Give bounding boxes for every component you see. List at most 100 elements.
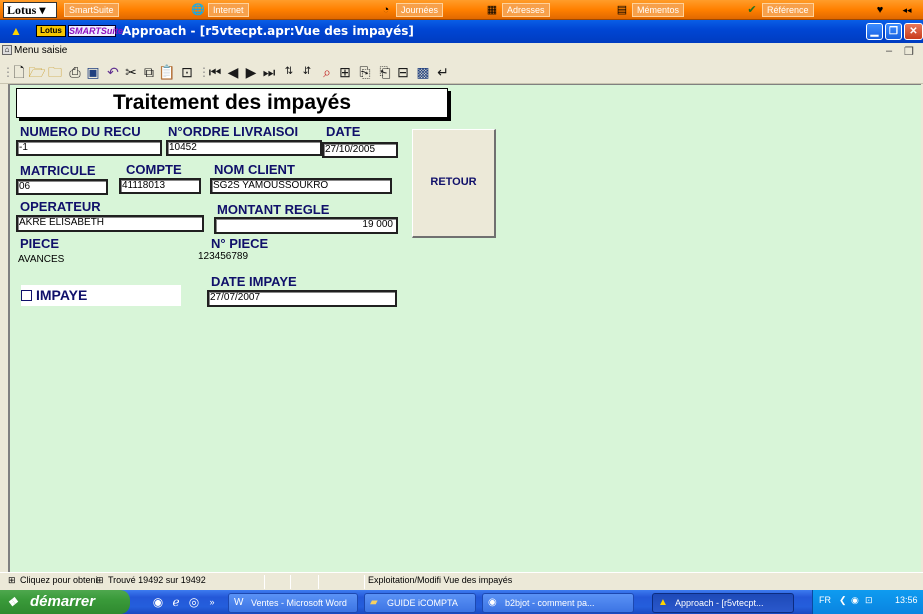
date-field[interactable]: 27/10/2005 (322, 142, 398, 158)
numero-recu-label: NUMERO DU RECU (20, 124, 141, 139)
mementos-tab[interactable]: Mémentos (632, 3, 685, 17)
paste-icon[interactable]: 📋 (158, 63, 176, 81)
smartsuite-logo: SMARTSuite (68, 25, 123, 37)
start-button[interactable]: ❖ démarrer (0, 590, 130, 614)
internet-tab[interactable]: Internet (208, 3, 249, 17)
retour-button[interactable]: RETOUR (412, 129, 496, 238)
ordre-livraison-field[interactable]: 10452 (166, 140, 322, 156)
montant-regle-label: MONTANT REGLE (217, 202, 330, 217)
status-find-icon[interactable]: ⊞ (96, 575, 104, 586)
lotus-logo: Lotus (36, 25, 66, 37)
word-icon: W (234, 597, 244, 608)
impaye-checkbox-row[interactable]: IMPAYE (21, 285, 181, 306)
adresses-icon: ▦ (486, 4, 498, 16)
status-divider (318, 575, 319, 589)
window-title: Approach - [r5vtecpt.apr:Vue des impayés… (122, 24, 414, 38)
date-impaye-field[interactable]: 27/07/2007 (207, 290, 397, 307)
lotus-menu-button[interactable]: Lotus ▾ (3, 2, 57, 18)
adresses-tab[interactable]: Adresses (502, 3, 550, 17)
sort-ascending-icon[interactable]: ⇅ (280, 63, 298, 81)
task-word[interactable]: W Ventes - Microsoft Word (228, 593, 358, 613)
compte-label: COMPTE (126, 162, 182, 177)
numero-recu-field[interactable]: -1 (16, 140, 162, 156)
montant-regle-field[interactable]: 19 000 (214, 217, 398, 234)
new-icon[interactable]: 🗋 (10, 63, 28, 81)
status-view[interactable]: Exploitation/Modifi Vue des impayés (368, 575, 512, 585)
journees-tab[interactable]: Journées (396, 3, 444, 17)
browse-icon[interactable]: ⊡ (178, 63, 196, 81)
impaye-checkbox[interactable] (21, 290, 32, 301)
new-record-icon[interactable]: ⎘ (356, 63, 374, 81)
enter-icon[interactable]: ↵ (434, 63, 452, 81)
menu-bar: ⌂ Menu saisie – ❐ (0, 43, 923, 60)
find-all-icon[interactable]: ⊞ (336, 63, 354, 81)
open-icon[interactable]: 🗁 (28, 63, 46, 81)
operateur-field[interactable]: AKRE ELISABETH (16, 215, 204, 232)
task-approach[interactable]: ▲ Approach - [r5vtecpt... (652, 593, 794, 613)
spell-check-icon[interactable]: ▩ (414, 63, 432, 81)
status-found[interactable]: Trouvé 19492 sur 19492 (108, 575, 206, 585)
piece-label: PIECE (20, 236, 60, 251)
open-folder-icon[interactable]: 🗀 (46, 63, 64, 81)
cut-icon[interactable]: ✂ (122, 63, 140, 81)
matricule-field[interactable]: 06 (16, 179, 108, 195)
impaye-label: IMPAYE (36, 287, 88, 303)
copy-icon[interactable]: ⧉ (140, 63, 158, 81)
reference-icon: ✔ (747, 4, 757, 16)
nom-client-label: NOM CLIENT (214, 162, 295, 177)
quicklaunch-ie-icon[interactable]: ℯ (168, 594, 184, 610)
print-icon[interactable]: ⎙ (66, 63, 84, 81)
scroll-arrows-icon[interactable]: ◂◂ (892, 2, 922, 18)
undo-icon[interactable]: ↶ (104, 63, 122, 81)
window-title-bar[interactable]: ▲ Lotus SMARTSuite Approach - [r5vtecpt.… (0, 20, 923, 43)
task-label: Ventes - Microsoft Word (251, 598, 347, 608)
task-guide-icompta[interactable]: ▰ GUIDE iCOMPTA (364, 593, 476, 613)
mdi-restore-icon[interactable]: ❐ (904, 45, 914, 58)
find-icon[interactable]: ⌕ (318, 63, 336, 81)
toolbar-separator: ⋮ (198, 65, 210, 79)
first-record-icon[interactable]: ⏮ (206, 63, 224, 81)
toolbar: ⋮ 🗋 🗁 🗀 ⎙ ▣ ↶ ✂ ⧉ 📋 ⊡ ⋮ ⏮ ◀ ▶ ⏭ ⇅ ⇵ ⌕ ⊞ … (0, 60, 923, 84)
approach-app-icon: ▲ (10, 24, 22, 38)
quicklaunch-browser-icon[interactable]: ◉ (150, 594, 166, 610)
mdi-minimize-icon[interactable]: – (886, 45, 892, 57)
smartsuite-tab[interactable]: SmartSuite (64, 3, 119, 17)
duplicate-icon[interactable]: ⎗ (376, 63, 394, 81)
task-label: b2bjot - comment pa... (505, 598, 595, 608)
piece-value: AVANCES (18, 254, 65, 265)
next-record-icon[interactable]: ▶ (242, 63, 260, 81)
clock: 13:56 (895, 595, 918, 605)
close-button[interactable]: ✕ (904, 23, 923, 40)
system-tray: FR ❮ ◉ ⊡ 13:56 (812, 590, 923, 614)
previous-record-icon[interactable]: ◀ (224, 63, 242, 81)
sort-descending-icon[interactable]: ⇵ (298, 63, 316, 81)
language-indicator[interactable]: FR (819, 595, 831, 605)
status-hint: Cliquez pour obteni (20, 575, 98, 585)
menu-saisie[interactable]: Menu saisie (14, 45, 67, 56)
menu-house-icon: ⌂ (2, 45, 12, 55)
browser-icon: ◉ (488, 597, 497, 608)
status-icon: ⊞ (8, 575, 16, 585)
n-piece-value: 123456789 (198, 251, 249, 262)
n-piece-label: N° PIECE (211, 236, 269, 251)
preview-icon[interactable]: ▣ (84, 63, 102, 81)
mementos-icon: ▤ (616, 4, 628, 16)
form-area: Traitement des impayés NUMERO DU RECU N°… (8, 84, 921, 572)
delete-record-icon[interactable]: ⊟ (394, 63, 412, 81)
quicklaunch-more-icon[interactable]: » (204, 594, 220, 610)
last-record-icon[interactable]: ⏭ (260, 63, 278, 81)
task-b2bjot[interactable]: ◉ b2bjot - comment pa... (482, 593, 634, 613)
nom-client-field[interactable]: SG2S YAMOUSSOUKRO (210, 178, 392, 194)
compte-field[interactable]: 41118013 (119, 178, 201, 194)
ordre-livraison-label: N°ORDRE LIVRAISOI (168, 124, 299, 139)
minimize-button[interactable]: ▁ (866, 23, 883, 40)
tray-app-icon[interactable]: ◉ (851, 595, 859, 606)
maximize-button[interactable]: ❐ (885, 23, 902, 40)
internet-icon: 🌐 (191, 4, 205, 16)
reference-tab[interactable]: Référence (762, 3, 814, 17)
tray-arrow-icon[interactable]: ❮ (839, 595, 847, 606)
heart-icon[interactable]: ♥ (872, 2, 888, 18)
task-label: GUIDE iCOMPTA (387, 598, 458, 608)
quicklaunch-media-icon[interactable]: ◎ (186, 594, 202, 610)
tray-network-icon[interactable]: ⊡ (865, 595, 873, 606)
